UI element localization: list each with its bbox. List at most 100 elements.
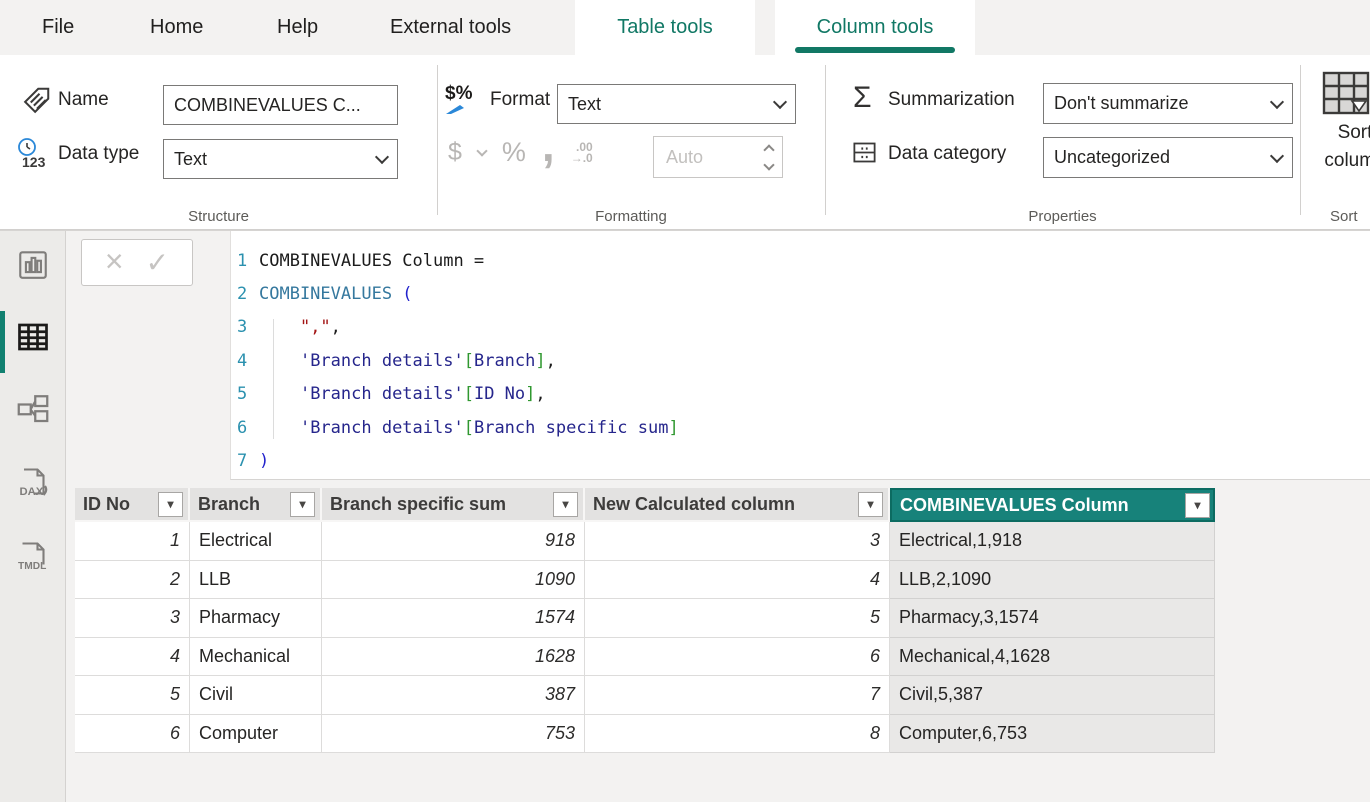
table-cell[interactable]: 4	[585, 561, 890, 600]
ribbon: Name COMBINEVALUES C... 123 Data type Te…	[0, 55, 1370, 230]
currency-chevron-icon[interactable]	[476, 145, 487, 156]
table-cell[interactable]: 6	[75, 715, 190, 754]
code-line[interactable]: 3 ",",	[237, 311, 1370, 344]
table-cell[interactable]: Civil,5,387	[890, 676, 1215, 715]
table-cell[interactable]: 8	[585, 715, 890, 754]
menu-external-tools[interactable]: External tools	[390, 0, 511, 55]
formula-commit-group: × ✓	[81, 239, 193, 286]
sort-column-button[interactable]	[1322, 71, 1370, 115]
menu-home[interactable]: Home	[150, 0, 203, 55]
table-cell[interactable]: 5	[585, 599, 890, 638]
table-row: 4Mechanical16286Mechanical,4,1628	[75, 638, 1215, 677]
table-row: 5Civil3877Civil,5,387	[75, 676, 1215, 715]
column-header-2[interactable]: Branch▾	[190, 488, 322, 522]
svg-text:123: 123	[22, 154, 46, 170]
data-category-dropdown[interactable]: Uncategorized	[1043, 137, 1293, 178]
summarization-dropdown[interactable]: Don't summarize	[1043, 83, 1293, 124]
table-cell[interactable]: 387	[322, 676, 585, 715]
column-header-5[interactable]: COMBINEVALUES Column▾	[890, 488, 1215, 522]
table-cell[interactable]: 753	[322, 715, 585, 754]
column-header-1[interactable]: ID No ▾	[75, 488, 190, 522]
column-filter-button[interactable]: ▾	[858, 492, 883, 517]
tab-table-tools[interactable]: Table tools	[575, 0, 755, 55]
model-view-icon[interactable]	[13, 389, 53, 429]
column-filter-button[interactable]: ▾	[1185, 493, 1210, 518]
column-name-input[interactable]: COMBINEVALUES C...	[163, 85, 398, 125]
table-cell[interactable]: 1	[75, 522, 190, 561]
filter-triangle-icon: ▾	[562, 497, 568, 511]
sort-section-label: Sort	[1330, 208, 1370, 225]
table-cell[interactable]: 7	[585, 676, 890, 715]
table-cell[interactable]: Pharmacy,3,1574	[890, 599, 1215, 638]
thousands-separator-button[interactable]: ,	[542, 140, 555, 150]
table-cell[interactable]: 1574	[322, 599, 585, 638]
table-cell[interactable]: 1628	[322, 638, 585, 677]
table-cell[interactable]: 3	[585, 522, 890, 561]
table-cell[interactable]: Electrical,1,918	[890, 522, 1215, 561]
chevron-up-icon	[763, 144, 774, 155]
table-cell[interactable]: Civil	[190, 676, 322, 715]
table-cell[interactable]: 3	[75, 599, 190, 638]
line-number: 2	[237, 284, 259, 304]
summarization-value: Don't summarize	[1054, 93, 1264, 114]
commit-formula-button[interactable]: ✓	[146, 249, 169, 277]
data-type-dropdown[interactable]: Text	[163, 139, 398, 179]
code-line[interactable]: 7)	[237, 444, 1370, 477]
table-cell[interactable]: Computer,6,753	[890, 715, 1215, 754]
tab-table-tools-label: Table tools	[617, 16, 713, 39]
table-cell[interactable]: LLB	[190, 561, 322, 600]
code-text: 'Branch details'[Branch],	[259, 351, 556, 371]
table-cell[interactable]: Mechanical,4,1628	[890, 638, 1215, 677]
data-type-value: Text	[174, 149, 369, 170]
column-filter-button[interactable]: ▾	[290, 492, 315, 517]
column-header-label: ID No	[83, 494, 130, 515]
cancel-formula-button[interactable]: ×	[105, 245, 124, 277]
table-cell[interactable]: 1090	[322, 561, 585, 600]
table-cell[interactable]: Mechanical	[190, 638, 322, 677]
column-filter-button[interactable]: ▾	[553, 492, 578, 517]
column-header-4[interactable]: New Calculated column▾	[585, 488, 890, 522]
table-cell[interactable]: 2	[75, 561, 190, 600]
code-lines: 1COMBINEVALUES Column =2COMBINEVALUES (3…	[237, 244, 1370, 478]
report-view-icon[interactable]	[13, 245, 53, 285]
data-view-icon[interactable]	[13, 317, 53, 357]
table-cell[interactable]: 5	[75, 676, 190, 715]
table-cell[interactable]: 4	[75, 638, 190, 677]
decimal-places-button[interactable]: .00 →.0	[571, 142, 593, 164]
group-divider	[1300, 65, 1301, 215]
table-cell[interactable]: Electrical	[190, 522, 322, 561]
decimal-places-stepper[interactable]: Auto	[653, 136, 783, 178]
format-dropdown[interactable]: Text	[557, 84, 796, 124]
column-header-label: Branch specific sum	[330, 494, 506, 515]
table-cell[interactable]: Pharmacy	[190, 599, 322, 638]
chevron-down-icon	[1270, 148, 1284, 162]
stepper-arrows[interactable]	[756, 137, 782, 177]
table-cell[interactable]: 6	[585, 638, 890, 677]
data-category-label: Data category	[888, 143, 1006, 165]
table-cell[interactable]: LLB,2,1090	[890, 561, 1215, 600]
tab-column-tools[interactable]: Column tools	[775, 0, 975, 55]
menu-help[interactable]: Help	[277, 0, 318, 55]
dax-formula-editor[interactable]: 1COMBINEVALUES Column =2COMBINEVALUES (3…	[230, 231, 1370, 480]
table-cell[interactable]: 918	[322, 522, 585, 561]
column-header-3[interactable]: Branch specific sum ▾	[322, 488, 585, 522]
code-line[interactable]: 6 'Branch details'[Branch specific sum]	[237, 411, 1370, 444]
percent-format-button[interactable]: %	[502, 137, 526, 168]
line-number: 3	[237, 317, 259, 337]
filter-triangle-icon: ▾	[1194, 498, 1200, 512]
name-tag-icon	[22, 85, 52, 115]
table-row: 2LLB10904LLB,2,1090	[75, 561, 1215, 600]
code-line[interactable]: 4 'Branch details'[Branch],	[237, 344, 1370, 377]
table-cell[interactable]: Computer	[190, 715, 322, 754]
code-line[interactable]: 5 'Branch details'[ID No],	[237, 378, 1370, 411]
code-line[interactable]: 2COMBINEVALUES (	[237, 277, 1370, 310]
currency-format-button[interactable]: $	[448, 138, 462, 167]
code-text: ",",	[259, 317, 341, 337]
dax-icon-text: DAX	[20, 486, 44, 498]
data-type-label: Data type	[58, 143, 139, 165]
dax-query-view-icon[interactable]: DAX	[13, 463, 53, 503]
code-line[interactable]: 1COMBINEVALUES Column =	[237, 244, 1370, 277]
tmdl-view-icon[interactable]: TMDL	[13, 537, 53, 577]
menu-file[interactable]: File	[42, 0, 74, 55]
column-filter-button[interactable]: ▾	[158, 492, 183, 517]
